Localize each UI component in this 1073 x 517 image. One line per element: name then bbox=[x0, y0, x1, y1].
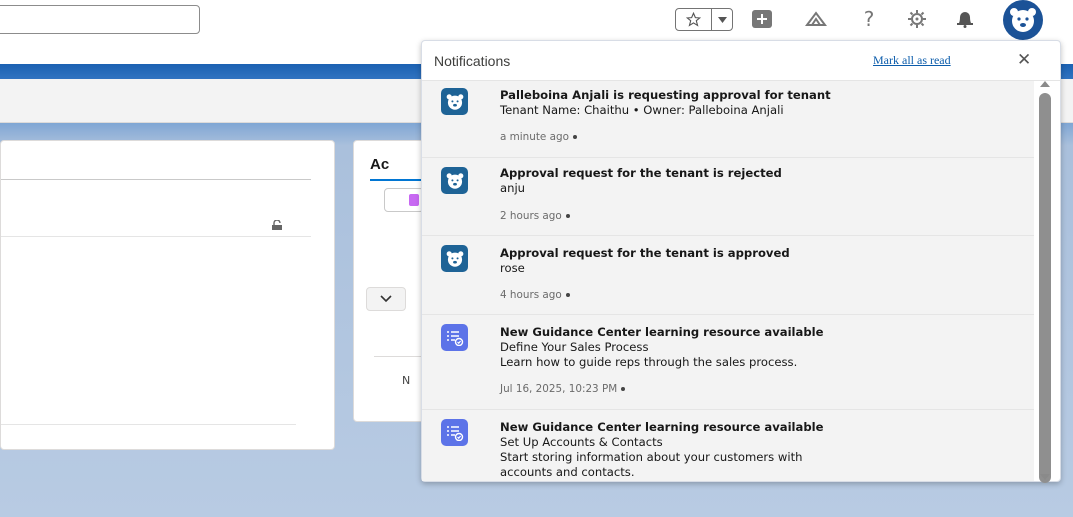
notifications-list: Palleboina Anjali is requesting approval… bbox=[422, 81, 1034, 481]
notification-item[interactable]: New Guidance Center learning resource av… bbox=[422, 410, 1034, 481]
notification-body: rose bbox=[500, 261, 525, 275]
trailhead-icon[interactable] bbox=[805, 8, 827, 30]
chevron-down-icon[interactable] bbox=[712, 9, 732, 30]
chevron-down-icon bbox=[380, 295, 392, 303]
scroll-down-icon[interactable] bbox=[1040, 474, 1050, 480]
unread-dot bbox=[565, 293, 570, 297]
notification-title: Approval request for the tenant is rejec… bbox=[500, 166, 782, 180]
notification-item[interactable]: Approval request for the tenant is rejec… bbox=[422, 158, 1034, 236]
lock-icon[interactable] bbox=[271, 219, 283, 233]
notification-body: Define Your Sales Process bbox=[500, 340, 649, 354]
notification-title: New Guidance Center learning resource av… bbox=[500, 325, 824, 339]
unread-dot bbox=[621, 387, 626, 391]
scroll-thumb[interactable] bbox=[1039, 93, 1051, 483]
notification-time: Jul 16, 2025, 10:23 PM bbox=[500, 383, 626, 395]
bear-icon bbox=[441, 167, 468, 194]
guidance-icon bbox=[441, 419, 468, 446]
left-card bbox=[0, 140, 335, 450]
notification-item[interactable]: Approval request for the tenant is appro… bbox=[422, 236, 1034, 315]
bell-icon[interactable] bbox=[954, 8, 976, 30]
plus-icon[interactable] bbox=[751, 8, 773, 30]
expand-button[interactable] bbox=[366, 287, 406, 311]
notification-title: Approval request for the tenant is appro… bbox=[500, 246, 790, 260]
notifications-panel: Notifications Mark all as read ✕ Pallebo… bbox=[421, 40, 1061, 483]
notification-title: Palleboina Anjali is requesting approval… bbox=[500, 88, 831, 102]
notification-time: 4 hours ago bbox=[500, 289, 570, 301]
guidance-icon bbox=[441, 324, 468, 351]
divider bbox=[1, 424, 296, 425]
notification-body: Start storing information about your cus… bbox=[500, 450, 803, 464]
notification-body: accounts and contacts. bbox=[500, 465, 635, 479]
partial-label: N bbox=[402, 374, 411, 387]
notification-body: Learn how to guide reps through the sale… bbox=[500, 355, 798, 369]
avatar-icon[interactable] bbox=[1003, 0, 1043, 40]
star-icon[interactable] bbox=[676, 9, 712, 30]
unread-dot bbox=[565, 214, 570, 218]
notification-body: Tenant Name: Chaithu • Owner: Palleboina… bbox=[500, 103, 784, 117]
gear-icon[interactable] bbox=[906, 8, 928, 30]
close-icon[interactable]: ✕ bbox=[1017, 50, 1031, 70]
notification-item[interactable]: Palleboina Anjali is requesting approval… bbox=[422, 81, 1034, 158]
notifications-header: Notifications Mark all as read ✕ bbox=[422, 41, 1060, 81]
notification-time: 2 hours ago bbox=[500, 210, 570, 222]
panel-title: Notifications bbox=[434, 53, 511, 69]
favorites-button-group bbox=[675, 8, 733, 31]
event-icon bbox=[409, 194, 419, 206]
bear-icon bbox=[441, 88, 468, 115]
bear-icon bbox=[441, 245, 468, 272]
notification-body: Set Up Accounts & Contacts bbox=[500, 435, 663, 449]
divider bbox=[1, 236, 311, 237]
notification-time: a minute ago bbox=[500, 131, 577, 143]
new-event-button[interactable] bbox=[384, 188, 424, 212]
help-icon[interactable]: ? bbox=[858, 7, 880, 31]
notification-title: New Guidance Center learning resource av… bbox=[500, 420, 824, 434]
unread-dot bbox=[572, 135, 577, 139]
mark-all-read-link[interactable]: Mark all as read bbox=[873, 53, 951, 68]
tab-activity[interactable]: Ac bbox=[370, 156, 389, 173]
search-input[interactable] bbox=[0, 5, 200, 34]
notification-item[interactable]: New Guidance Center learning resource av… bbox=[422, 315, 1034, 410]
scrollbar[interactable] bbox=[1036, 81, 1056, 483]
scroll-up-icon[interactable] bbox=[1040, 81, 1050, 87]
divider bbox=[1, 179, 311, 180]
notification-body: anju bbox=[500, 181, 526, 195]
